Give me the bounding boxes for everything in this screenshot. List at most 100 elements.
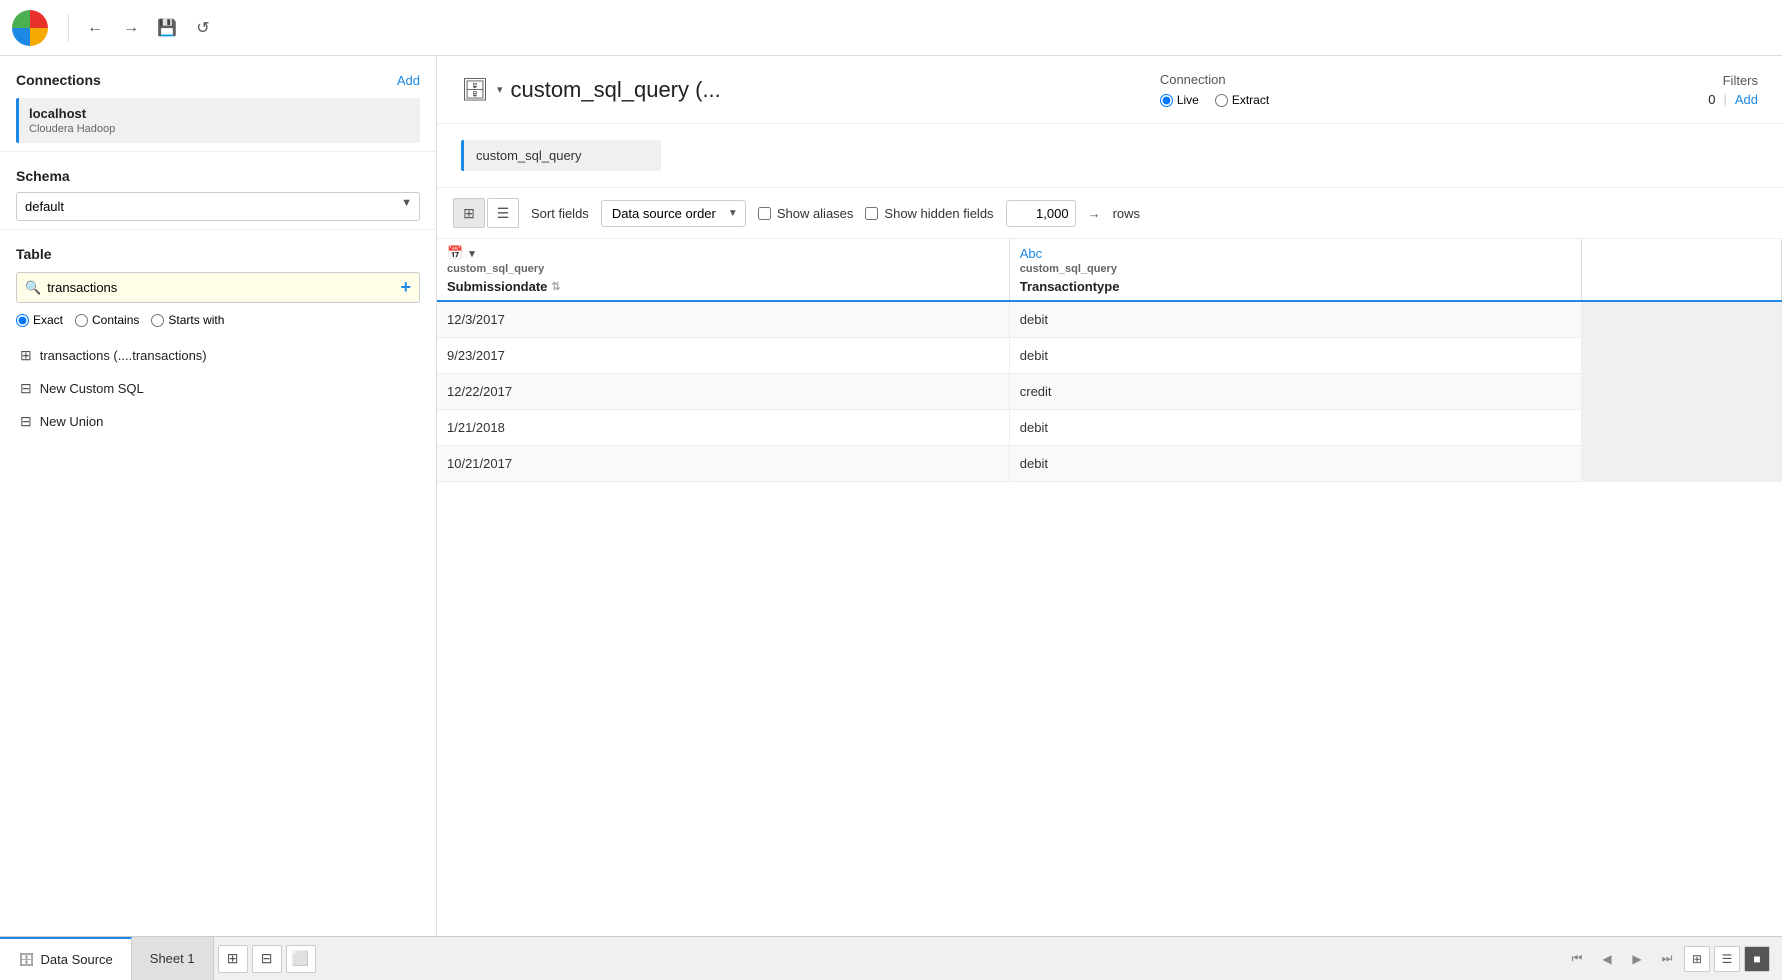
cell-submissiondate-4: 1/21/2018 (437, 410, 1009, 446)
last-page-button[interactable]: ⏭ (1654, 946, 1680, 972)
rows-input[interactable]: 1,000 (1006, 200, 1076, 227)
nav-forward-button[interactable]: → (117, 14, 145, 42)
filters-label: Filters (1723, 73, 1758, 88)
table-search-input[interactable] (47, 280, 394, 295)
connections-header: Connections Add (16, 72, 420, 88)
schema-section: Schema default ▼ (0, 152, 436, 230)
table-header-row: 📅 ▾ custom_sql_query Submissiondate ⇅ (437, 239, 1782, 301)
live-radio[interactable]: Live (1160, 93, 1199, 107)
add-connection-button[interactable]: Add (397, 73, 420, 88)
col-dropdown-icon[interactable]: ▾ (469, 247, 475, 260)
schema-select-wrapper: default ▼ (16, 184, 420, 221)
filter-exact[interactable]: Exact (16, 313, 63, 327)
top-bar: ← → 💾 ↺ (0, 0, 1782, 56)
rows-arrow-icon[interactable]: → (1088, 206, 1101, 221)
save-button[interactable]: 💾 (153, 14, 181, 42)
cell-transactiontype-1: debit (1009, 301, 1581, 338)
connection-info: Connection Live Extract (1160, 72, 1269, 107)
col-name-transactiontype: Transactiontype (1010, 277, 1581, 300)
extract-label: Extract (1232, 93, 1269, 107)
tab-data-source[interactable]: 🗄 Data Source (0, 937, 132, 980)
connections-title: Connections (16, 72, 101, 88)
live-label: Live (1177, 93, 1199, 107)
cell-transactiontype-3: credit (1009, 374, 1581, 410)
col-sort-submissiondate[interactable]: ⇅ (551, 280, 560, 293)
connection-item-localhost[interactable]: localhost Cloudera Hadoop (16, 98, 420, 143)
column-header-transactiontype: Abc custom_sql_query Transactiontype (1009, 239, 1581, 301)
col-name-submissiondate: Submissiondate ⇅ (437, 277, 1009, 300)
table-row: 12/3/2017 debit (437, 301, 1782, 338)
scrollbar-cell-5 (1582, 446, 1782, 482)
data-table: 📅 ▾ custom_sql_query Submissiondate ⇅ (437, 239, 1782, 482)
filter-contains[interactable]: Contains (75, 313, 139, 327)
table-row: 10/21/2017 debit (437, 446, 1782, 482)
add-sheet-button[interactable]: ⊞ (218, 945, 248, 973)
connection-sub: Cloudera Hadoop (29, 123, 410, 135)
sort-label: Sort fields (531, 206, 589, 221)
show-hidden-checkbox[interactable]: Show hidden fields (865, 206, 993, 221)
db-dropdown-icon[interactable]: ▾ (497, 83, 503, 96)
table-list-item-new-custom-sql[interactable]: ⊟ New Custom SQL (16, 372, 420, 405)
view-mode-list-button[interactable]: ☰ (1714, 946, 1740, 972)
scrollbar-col (1582, 239, 1782, 301)
sort-select-wrapper: Data source order Alphabetical ▼ (601, 200, 746, 227)
table-row: 9/23/2017 debit (437, 338, 1782, 374)
data-source-tab-label: Data Source (41, 952, 113, 967)
col-source-submissiondate: custom_sql_query (437, 263, 1009, 277)
column-header-submissiondate: 📅 ▾ custom_sql_query Submissiondate ⇅ (437, 239, 1009, 301)
presentation-button[interactable]: ⬜ (286, 945, 316, 973)
data-source-title: custom_sql_query (... (510, 77, 720, 103)
list-view-button[interactable]: ☰ (487, 198, 519, 228)
scrollbar-cell-2 (1582, 338, 1782, 374)
search-icon: 🔍 (25, 280, 41, 296)
sidebar: Connections Add localhost Cloudera Hadoo… (0, 56, 437, 936)
view-mode-film-button[interactable]: ■ (1744, 946, 1770, 972)
sql-query-box[interactable]: custom_sql_query (461, 140, 661, 171)
add-table-button[interactable]: + (400, 277, 411, 298)
cell-submissiondate-1: 12/3/2017 (437, 301, 1009, 338)
scrollbar-cell-1 (1582, 301, 1782, 338)
custom-sql-label: New Custom SQL (40, 381, 144, 396)
filters-count: 0 (1708, 92, 1715, 107)
sort-select[interactable]: Data source order Alphabetical (601, 200, 746, 227)
next-page-button[interactable]: ▶ (1624, 946, 1650, 972)
table-list-item-transactions[interactable]: ⊞ transactions (....transactions) (16, 339, 420, 372)
extract-radio[interactable]: Extract (1215, 93, 1269, 107)
view-mode-grid-button[interactable]: ⊞ (1684, 946, 1710, 972)
refresh-button[interactable]: ↺ (189, 14, 217, 42)
connection-radio-row: Live Extract (1160, 93, 1269, 107)
connections-section: Connections Add localhost Cloudera Hadoo… (0, 56, 436, 152)
filters-count-row: 0 | Add (1708, 92, 1758, 107)
bottom-actions: ⊞ ⊟ ⬜ (218, 937, 316, 980)
string-type-icon: Abc (1020, 246, 1042, 261)
cell-transactiontype-4: debit (1009, 410, 1581, 446)
table-list-item-new-union[interactable]: ⊟ New Union (16, 405, 420, 438)
show-aliases-checkbox[interactable]: Show aliases (758, 206, 854, 221)
filters-add-button[interactable]: Add (1735, 92, 1758, 107)
cell-transactiontype-2: debit (1009, 338, 1581, 374)
cell-submissiondate-5: 10/21/2017 (437, 446, 1009, 482)
data-header: 🗄 ▾ custom_sql_query (... Connection Liv… (437, 56, 1782, 124)
app-logo (12, 10, 48, 46)
data-source-tab-icon: 🗄 (18, 952, 35, 968)
table-row: 1/21/2018 debit (437, 410, 1782, 446)
table-label: Table (16, 246, 420, 262)
grid-view-button[interactable]: ⊞ (453, 198, 485, 228)
first-page-button[interactable]: ⏮ (1564, 946, 1590, 972)
prev-page-button[interactable]: ◀ (1594, 946, 1620, 972)
duplicate-sheet-button[interactable]: ⊟ (252, 945, 282, 973)
union-label: New Union (40, 414, 104, 429)
nav-back-button[interactable]: ← (81, 14, 109, 42)
col-source-transactiontype: custom_sql_query (1010, 263, 1581, 277)
rows-label: rows (1113, 206, 1140, 221)
filter-starts-with[interactable]: Starts with (151, 313, 224, 327)
connection-label: Connection (1160, 72, 1226, 87)
tab-sheet1[interactable]: Sheet 1 (132, 937, 214, 980)
union-icon: ⊟ (20, 413, 32, 430)
schema-select[interactable]: default (16, 192, 420, 221)
db-icon: 🗄 (461, 77, 489, 103)
sql-area: custom_sql_query (437, 124, 1782, 188)
data-source-title-row: 🗄 ▾ custom_sql_query (... (461, 77, 721, 103)
table-search-row: 🔍 + (16, 272, 420, 303)
date-type-icon: 📅 (447, 245, 463, 261)
